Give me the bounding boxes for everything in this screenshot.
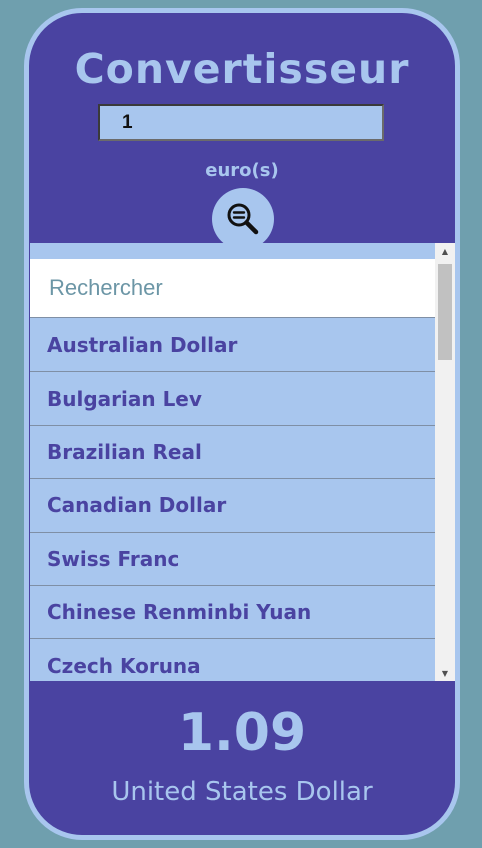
currency-list-item[interactable]: Chinese Renminbi Yuan [30, 586, 435, 640]
currency-list-item[interactable]: Czech Koruna [30, 639, 435, 681]
scroll-up-arrow-icon[interactable]: ▲ [435, 243, 455, 259]
result-currency: United States Dollar [111, 777, 373, 807]
currency-list-panel: Australian DollarBulgarian LevBrazilian … [30, 243, 455, 681]
converter-card: Convertisseur euro(s) Australian DollarB… [24, 8, 460, 840]
app-title: Convertisseur [74, 45, 410, 93]
currency-search-field[interactable] [30, 259, 435, 318]
currency-list: Australian Dollar Bulgarian Lev Brazilian … [30, 319, 435, 681]
currency-list-item[interactable]: Bulgarian Lev [30, 372, 435, 426]
currency-list-item[interactable]: Canadian Dollar [30, 479, 435, 533]
currency-list-item[interactable]: Swiss Franc [30, 533, 435, 586]
source-unit-label: euro(s) [205, 160, 279, 181]
amount-input[interactable] [98, 104, 384, 141]
result-value: 1.09 [177, 703, 307, 763]
convert-search-button[interactable] [212, 188, 274, 250]
currency-search-input[interactable] [47, 274, 435, 302]
scroll-down-arrow-icon[interactable]: ▼ [435, 665, 455, 681]
list-content: Australian DollarBulgarian LevBrazilian … [30, 243, 435, 681]
list-scrollbar[interactable]: ▲ ▼ [435, 243, 455, 681]
currency-list-item[interactable]: Australian Dollar [30, 319, 435, 373]
zoom-search-icon [225, 201, 261, 237]
scrollbar-thumb[interactable] [438, 264, 452, 360]
currency-list-item[interactable]: Brazilian Real [30, 426, 435, 480]
